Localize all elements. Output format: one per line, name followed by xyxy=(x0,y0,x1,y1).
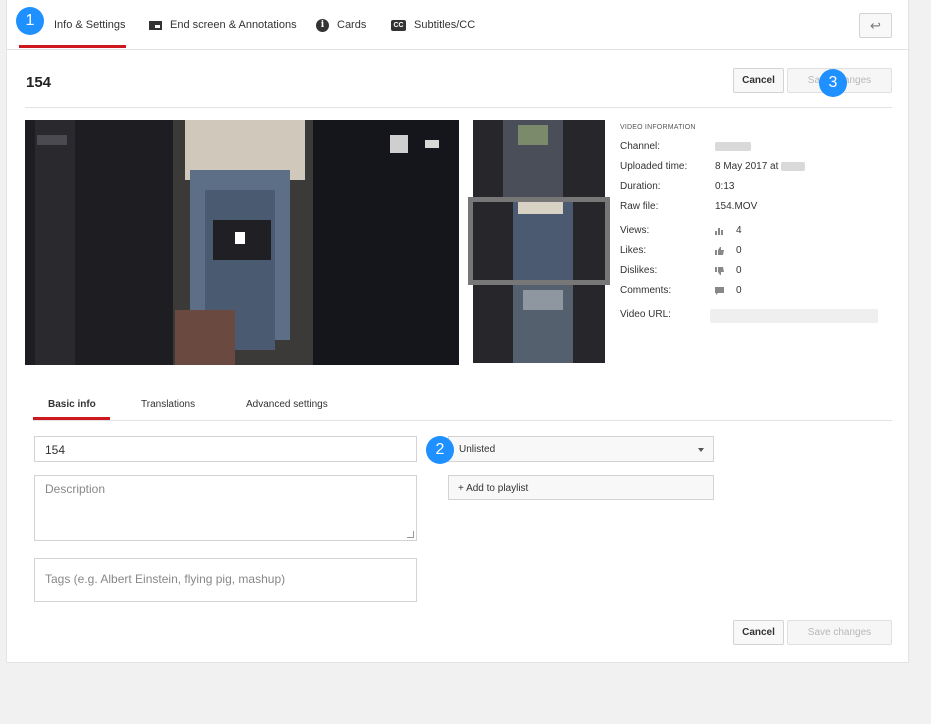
step-marker-3: 3 xyxy=(819,69,847,97)
tab-info-settings-label: Info & Settings xyxy=(54,19,126,31)
chevron-down-icon xyxy=(698,448,704,452)
uploaded-time-value: 8 May 2017 at xyxy=(715,161,806,172)
video-information-heading: VIDEO INFORMATION xyxy=(620,124,696,131)
tab-subtitles-cc[interactable]: CC Subtitles/CC xyxy=(391,0,475,50)
step-marker-2: 2 xyxy=(426,436,454,464)
channel-value-redacted xyxy=(715,141,751,152)
page-title: 154 xyxy=(26,74,52,91)
description-placeholder: Description xyxy=(45,482,106,496)
comments-value: 0 xyxy=(736,285,742,296)
uploaded-time-row: Uploaded time: 8 May 2017 at xyxy=(620,161,900,175)
raw-file-label: Raw file: xyxy=(620,201,659,212)
dislikes-row: Dislikes: 0 xyxy=(620,265,900,279)
likes-label: Likes: xyxy=(620,245,647,256)
active-tab-underline xyxy=(19,45,126,48)
end-screen-icon xyxy=(149,20,162,30)
raw-file-value: 154.MOV xyxy=(715,201,758,212)
duration-value: 0:13 xyxy=(715,181,735,192)
add-to-playlist-button[interactable]: + Add to playlist xyxy=(448,475,714,500)
video-preview[interactable] xyxy=(25,120,459,365)
thumbnail-option[interactable] xyxy=(473,285,605,363)
tab-advanced-settings[interactable]: Advanced settings xyxy=(246,390,328,420)
tab-end-screen-label: End screen & Annotations xyxy=(170,19,297,31)
info-icon: i xyxy=(316,18,329,32)
comments-row: Comments: 0 xyxy=(620,285,900,299)
tab-basic-info[interactable]: Basic info xyxy=(48,390,96,420)
tags-placeholder: Tags (e.g. Albert Einstein, flying pig, … xyxy=(45,572,286,586)
comment-icon xyxy=(715,287,724,295)
play-icon xyxy=(235,232,245,244)
video-editor-card: Info & Settings End screen & Annotations… xyxy=(6,0,910,663)
raw-file-row: Raw file: 154.MOV xyxy=(620,201,900,215)
subtab-divider xyxy=(33,420,892,421)
video-url-label: Video URL: xyxy=(620,309,671,320)
privacy-selected-value: Unlisted xyxy=(459,444,496,455)
likes-row: Likes: 0 xyxy=(620,245,900,259)
header-divider xyxy=(25,107,892,108)
editor-tab-bar: Info & Settings End screen & Annotations… xyxy=(7,0,910,50)
video-url-value-redacted[interactable] xyxy=(710,309,878,323)
privacy-select[interactable]: Unlisted xyxy=(448,436,714,462)
back-arrow-icon: ↩ xyxy=(870,17,881,33)
channel-row: Channel: xyxy=(620,141,900,155)
footer-cancel-button[interactable]: Cancel xyxy=(733,620,784,645)
views-value: 4 xyxy=(736,225,742,236)
back-button[interactable]: ↩ xyxy=(859,13,892,38)
step-marker-1: 1 xyxy=(16,7,44,35)
thumbs-up-icon xyxy=(715,247,724,255)
description-textarea[interactable]: Description xyxy=(34,475,417,541)
thumbs-down-icon xyxy=(715,267,724,275)
tab-subtitles-label: Subtitles/CC xyxy=(414,19,476,31)
tab-translations[interactable]: Translations xyxy=(141,390,195,420)
duration-label: Duration: xyxy=(620,181,661,192)
thumbnail-option[interactable] xyxy=(473,120,605,198)
video-url-row: Video URL: xyxy=(620,309,900,323)
cc-icon: CC xyxy=(391,19,406,31)
thumbnail-selector xyxy=(468,120,610,363)
channel-label: Channel: xyxy=(620,141,661,152)
likes-value: 0 xyxy=(736,245,742,256)
cancel-button[interactable]: Cancel xyxy=(733,68,784,93)
tab-end-screen-annotations[interactable]: End screen & Annotations xyxy=(149,0,297,50)
tab-cards-label: Cards xyxy=(337,19,367,31)
thumbnail-option-selected[interactable] xyxy=(468,197,610,285)
resize-handle-icon[interactable] xyxy=(407,531,414,538)
uploaded-time-label: Uploaded time: xyxy=(620,161,688,172)
dislikes-label: Dislikes: xyxy=(620,265,658,276)
comments-label: Comments: xyxy=(620,285,672,296)
title-input[interactable]: 154 xyxy=(34,436,417,462)
dislikes-value: 0 xyxy=(736,265,742,276)
tab-cards[interactable]: i Cards xyxy=(316,0,366,50)
duration-row: Duration: 0:13 xyxy=(620,181,900,195)
bar-chart-icon xyxy=(715,228,723,235)
views-row: Views: 4 xyxy=(620,225,900,239)
tags-input[interactable]: Tags (e.g. Albert Einstein, flying pig, … xyxy=(34,558,417,602)
views-label: Views: xyxy=(620,225,650,236)
footer-save-changes-button[interactable]: Save changes xyxy=(787,620,892,645)
